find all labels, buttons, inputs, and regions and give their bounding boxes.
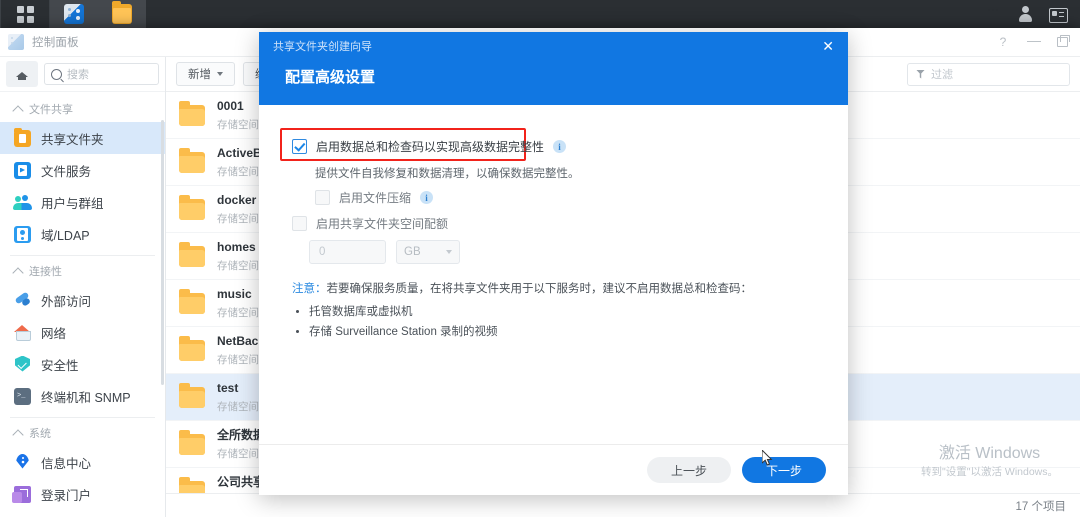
dialog-title: 配置高级设置 [285, 69, 376, 86]
dialog-body: 启用数据总和检查码以实现高级数据完整性 i 提供文件自我修复和数据清理，以确保数… [259, 105, 848, 444]
note-line: 注意：若要确保服务质量，在将共享文件夹用于以下服务时，建议不启用数据总和检查码： [292, 280, 828, 296]
dialog-footer: 上一步 下一步 [259, 444, 848, 495]
quota-checkbox[interactable] [292, 216, 307, 231]
info-icon[interactable]: i [420, 191, 434, 204]
quota-value-input[interactable]: 0 [309, 240, 386, 264]
compress-checkbox[interactable] [315, 190, 330, 205]
dialog-subtitle: 共享文件夹创建向导 [273, 41, 372, 53]
previous-button[interactable]: 上一步 [647, 457, 731, 483]
dialog-topbar: 共享文件夹创建向导 ✕ [259, 32, 848, 60]
mouse-cursor [762, 450, 773, 466]
note-label: 注意： [292, 283, 327, 295]
quota-inputs: 0 GB [309, 240, 460, 264]
close-icon[interactable]: ✕ [822, 39, 834, 53]
chevron-down-icon [446, 250, 452, 254]
quota-option-row[interactable]: 启用共享文件夹空间配额 [292, 215, 448, 232]
checksum-label: 启用数据总和检查码以实现高级数据完整性 [316, 140, 545, 154]
compress-label: 启用文件压缩 [339, 191, 412, 205]
info-icon[interactable]: i [553, 140, 567, 153]
note-block: 注意：若要确保服务质量，在将共享文件夹用于以下服务时，建议不启用数据总和检查码：… [292, 280, 828, 342]
next-button[interactable]: 下一步 [742, 457, 826, 483]
checksum-checkbox[interactable] [292, 139, 307, 154]
note-text: 若要确保服务质量，在将共享文件夹用于以下服务时，建议不启用数据总和检查码： [326, 283, 753, 295]
list-item: 存储 Surveillance Station 录制的视频 [309, 322, 828, 342]
shared-folder-wizard-dialog: 共享文件夹创建向导 ✕ 配置高级设置 启用数据总和检查码以实现高级数据完整性 i… [259, 32, 848, 495]
quota-unit-label: GB [404, 246, 421, 258]
quota-unit-select[interactable]: GB [396, 240, 460, 264]
note-list: 托管数据库或虚拟机 存储 Surveillance Station 录制的视频 [292, 302, 828, 342]
dialog-header: 共享文件夹创建向导 ✕ 配置高级设置 [259, 32, 848, 105]
modal-overlay: 共享文件夹创建向导 ✕ 配置高级设置 启用数据总和检查码以实现高级数据完整性 i… [0, 0, 1080, 517]
checksum-option-row[interactable]: 启用数据总和检查码以实现高级数据完整性 i [292, 138, 567, 155]
list-item: 托管数据库或虚拟机 [309, 302, 828, 322]
checksum-description: 提供文件自我修复和数据清理，以确保数据完整性。 [315, 168, 580, 180]
compress-option-row[interactable]: 启用文件压缩 i [315, 189, 434, 206]
quota-label: 启用共享文件夹空间配额 [316, 217, 449, 231]
